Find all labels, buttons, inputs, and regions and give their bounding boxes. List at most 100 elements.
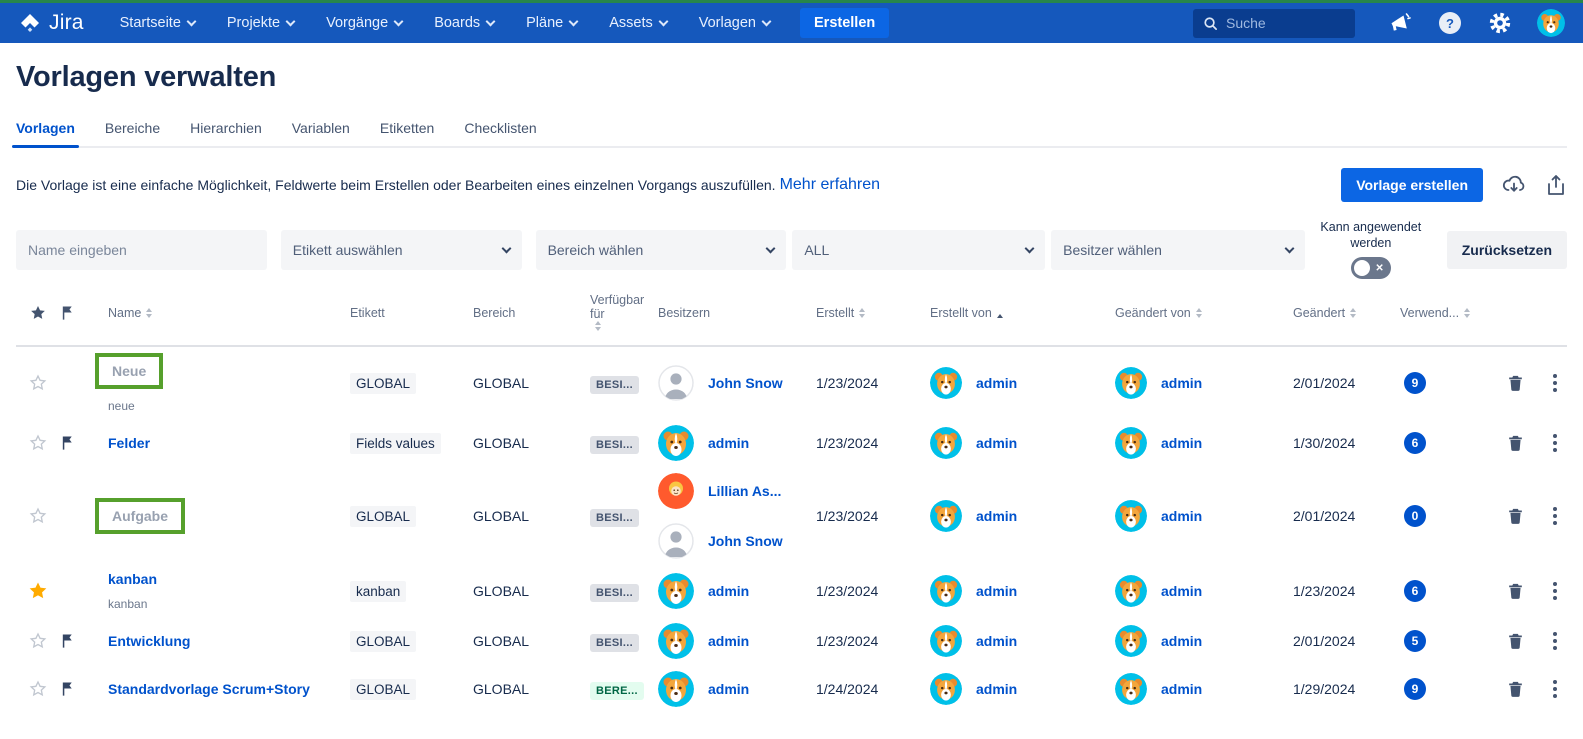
chevron-down-icon bbox=[1024, 243, 1035, 254]
user-link[interactable]: admin bbox=[1161, 633, 1202, 649]
star-column-header[interactable] bbox=[16, 303, 60, 323]
user-link[interactable]: admin bbox=[1161, 681, 1202, 697]
user-link[interactable]: admin bbox=[1161, 435, 1202, 451]
header-name[interactable]: Name bbox=[90, 306, 340, 320]
scope-filter-select[interactable]: Bereich wählen bbox=[535, 229, 787, 270]
svg-text:?: ? bbox=[1446, 16, 1454, 31]
kebab-menu-icon[interactable] bbox=[1551, 579, 1559, 604]
dog-avatar bbox=[658, 671, 694, 708]
owner: John Snow bbox=[658, 523, 808, 559]
tab-checklisten[interactable]: Checklisten bbox=[464, 120, 536, 146]
template-name-highlight-box: Aufgabe bbox=[95, 498, 185, 535]
header-geaendert-von[interactable]: Geändert von bbox=[1105, 306, 1285, 320]
kebab-menu-icon[interactable] bbox=[1551, 371, 1559, 396]
trash-icon[interactable] bbox=[1506, 631, 1525, 651]
dog-avatar bbox=[1115, 367, 1147, 400]
learn-more-link[interactable]: Mehr erfahren bbox=[780, 176, 881, 194]
template-name-link[interactable]: Entwicklung bbox=[108, 633, 190, 649]
reset-button[interactable]: Zurücksetzen bbox=[1446, 230, 1567, 269]
owner-link[interactable]: John Snow bbox=[708, 533, 783, 549]
nav-item-projekte[interactable]: Projekte bbox=[227, 15, 296, 31]
owners-cell: admin bbox=[650, 425, 808, 462]
create-button[interactable]: Erstellen bbox=[800, 8, 890, 38]
user-avatar[interactable] bbox=[1537, 9, 1565, 37]
megaphone-icon[interactable] bbox=[1387, 10, 1413, 36]
tab-etiketten[interactable]: Etiketten bbox=[380, 120, 434, 146]
template-name-link[interactable]: Neue bbox=[112, 363, 146, 379]
header-verwendungen[interactable]: Verwend... bbox=[1390, 306, 1485, 320]
user-link[interactable]: admin bbox=[1161, 375, 1202, 391]
template-name-link[interactable]: Standardvorlage Scrum+Story bbox=[108, 681, 310, 697]
user-link[interactable]: admin bbox=[976, 583, 1017, 599]
help-icon[interactable]: ? bbox=[1437, 10, 1463, 36]
owner-link[interactable]: admin bbox=[708, 435, 749, 451]
trash-icon[interactable] bbox=[1506, 679, 1525, 699]
user-link[interactable]: admin bbox=[976, 375, 1017, 391]
can-apply-toggle[interactable]: ✕ bbox=[1350, 257, 1391, 280]
jira-logo[interactable]: Jira bbox=[18, 11, 84, 35]
star-icon[interactable] bbox=[28, 506, 48, 526]
nav-item-vorgaenge[interactable]: Vorgänge bbox=[326, 15, 404, 31]
header-verfuegbar-fuer[interactable]: Verfügbar für bbox=[590, 293, 650, 333]
create-template-button[interactable]: Vorlage erstellen bbox=[1341, 168, 1483, 202]
header-geaendert[interactable]: Geändert bbox=[1285, 306, 1390, 320]
created-date: 1/23/2024 bbox=[816, 633, 879, 650]
template-name-link[interactable]: kanban bbox=[108, 571, 157, 587]
search-box[interactable] bbox=[1193, 8, 1355, 38]
nav-item-startseite[interactable]: Startseite bbox=[120, 15, 197, 31]
label-filter-select[interactable]: Etikett auswählen bbox=[280, 229, 522, 270]
tab-vorlagen[interactable]: Vorlagen bbox=[12, 120, 79, 148]
template-name-link[interactable]: Felder bbox=[108, 435, 150, 451]
kebab-menu-icon[interactable] bbox=[1551, 504, 1559, 529]
type-filter-select[interactable]: ALL bbox=[792, 229, 1046, 270]
trash-icon[interactable] bbox=[1506, 506, 1525, 526]
nav-item-plaene[interactable]: Pläne bbox=[526, 15, 579, 31]
owner-link[interactable]: Lillian As... bbox=[708, 483, 781, 499]
kebab-menu-icon[interactable] bbox=[1551, 629, 1559, 654]
trash-icon[interactable] bbox=[1506, 373, 1525, 393]
kebab-menu-icon[interactable] bbox=[1551, 431, 1559, 456]
user-link[interactable]: admin bbox=[1161, 508, 1202, 524]
owners-cell: Lillian As... John Snow bbox=[650, 473, 808, 559]
user-link[interactable]: admin bbox=[976, 681, 1017, 697]
star-icon[interactable] bbox=[28, 373, 48, 393]
owner-link[interactable]: admin bbox=[708, 681, 749, 697]
label-badge: GLOBAL bbox=[350, 678, 417, 700]
kebab-menu-icon[interactable] bbox=[1551, 677, 1559, 702]
export-icon[interactable] bbox=[1545, 173, 1567, 197]
import-cloud-icon[interactable] bbox=[1501, 173, 1527, 197]
tab-hierarchien[interactable]: Hierarchien bbox=[190, 120, 262, 146]
jira-logo-text: Jira bbox=[49, 11, 84, 34]
header-erstellt-von[interactable]: Erstellt von bbox=[920, 306, 1105, 320]
star-icon[interactable] bbox=[28, 433, 48, 453]
name-filter-input[interactable] bbox=[16, 229, 267, 270]
owner-link[interactable]: John Snow bbox=[708, 375, 783, 391]
sort-icon bbox=[1464, 308, 1471, 319]
dog-avatar bbox=[1115, 673, 1147, 706]
flag-column-header[interactable] bbox=[60, 305, 90, 321]
template-name-link[interactable]: Aufgabe bbox=[112, 508, 168, 524]
star-icon[interactable] bbox=[28, 581, 48, 601]
nav-item-boards[interactable]: Boards bbox=[434, 15, 496, 31]
header-erstellt[interactable]: Erstellt bbox=[808, 306, 920, 320]
nav-item-vorlagen[interactable]: Vorlagen bbox=[699, 15, 772, 31]
owner-filter-select[interactable]: Besitzer wählen bbox=[1051, 229, 1305, 270]
owner-link[interactable]: admin bbox=[708, 633, 749, 649]
search-input[interactable] bbox=[1226, 15, 1336, 31]
trash-icon[interactable] bbox=[1506, 581, 1525, 601]
nav-item-assets[interactable]: Assets bbox=[609, 15, 669, 31]
star-icon[interactable] bbox=[28, 679, 48, 699]
gear-icon[interactable] bbox=[1487, 10, 1513, 36]
owner-link[interactable]: admin bbox=[708, 583, 749, 599]
star-icon[interactable] bbox=[28, 631, 48, 651]
modified-by-cell: admin bbox=[1105, 625, 1285, 658]
user-link[interactable]: admin bbox=[1161, 583, 1202, 599]
user-link[interactable]: admin bbox=[976, 633, 1017, 649]
page-title: Vorlagen verwalten bbox=[16, 61, 277, 93]
template-name-highlight-box: Neue bbox=[95, 353, 164, 390]
tab-bereiche[interactable]: Bereiche bbox=[105, 120, 160, 146]
trash-icon[interactable] bbox=[1506, 433, 1525, 453]
user-link[interactable]: admin bbox=[976, 435, 1017, 451]
user-link[interactable]: admin bbox=[976, 508, 1017, 524]
tab-variablen[interactable]: Variablen bbox=[292, 120, 350, 146]
